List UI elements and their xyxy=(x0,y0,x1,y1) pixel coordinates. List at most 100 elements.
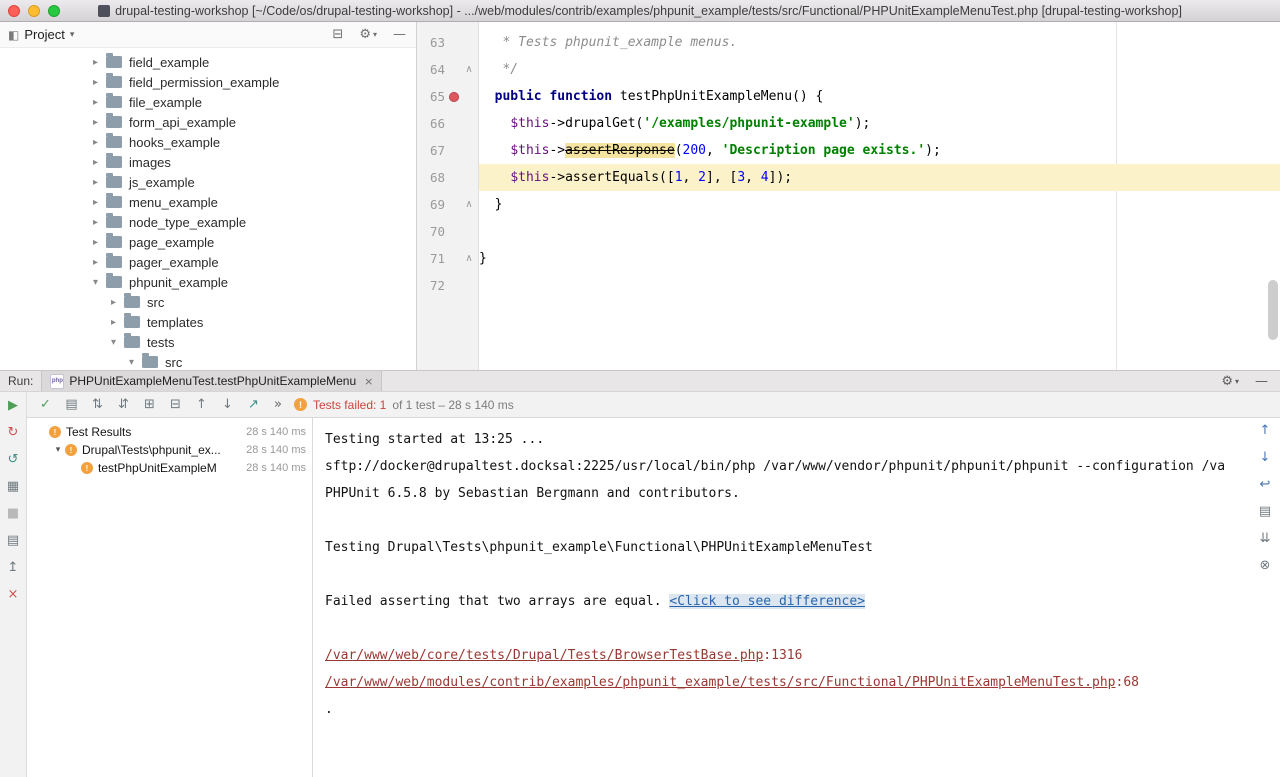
line-number[interactable]: 70 xyxy=(417,224,445,239)
tree-expand-icon[interactable]: ▸ xyxy=(88,237,103,248)
stacktrace-link[interactable]: /var/www/web/core/tests/Drupal/Tests/Bro… xyxy=(325,648,763,663)
code-line[interactable]: $this->assertEquals([1, 2], [3, 4]); xyxy=(479,164,1280,191)
line-number[interactable]: 72 xyxy=(417,278,445,293)
code-line[interactable]: $this->drupalGet('/examples/phpunit-exam… xyxy=(479,110,1280,137)
code-line[interactable]: * Tests phpunit_example menus. xyxy=(479,29,1280,56)
line-number[interactable]: 71 xyxy=(417,251,445,266)
project-tree-item[interactable]: ▸file_example xyxy=(0,92,416,112)
project-tree-item[interactable]: ▾tests xyxy=(0,332,416,352)
clear-console-icon[interactable]: ⊗ xyxy=(1257,557,1274,573)
tree-expand-icon[interactable]: ▸ xyxy=(88,137,103,148)
scroll-to-end-icon[interactable]: ⇊ xyxy=(1257,530,1274,546)
diff-link[interactable]: <Click to see difference> xyxy=(669,594,865,609)
tree-expand-icon[interactable]: ▸ xyxy=(88,257,103,268)
stacktrace-link[interactable]: /var/www/web/modules/contrib/examples/ph… xyxy=(325,675,1116,690)
project-tree-item[interactable]: ▸src xyxy=(0,292,416,312)
tree-expand-icon[interactable]: ▸ xyxy=(88,157,103,168)
next-failed-test-icon[interactable]: ↓ xyxy=(219,397,236,413)
project-tree-item[interactable]: ▸js_example xyxy=(0,172,416,192)
test-tree-item[interactable]: ▾Drupal\Tests\phpunit_ex...28 s 140 ms xyxy=(27,441,312,459)
test-history-icon[interactable]: ↗ xyxy=(245,397,262,413)
run-tab[interactable]: php PHPUnitExampleMenuTest.testPhpUnitEx… xyxy=(41,371,382,391)
chevron-down-icon[interactable]: ▾ xyxy=(70,30,75,40)
zoom-window-button[interactable] xyxy=(48,5,60,17)
test-tree-item[interactable]: Test Results28 s 140 ms xyxy=(27,423,312,441)
project-tree-item[interactable]: ▸field_permission_example xyxy=(0,72,416,92)
code-line[interactable]: } xyxy=(479,245,1280,272)
dump-console-icon[interactable]: ▤ xyxy=(5,532,22,548)
code-line[interactable]: */ xyxy=(479,56,1280,83)
expand-all-icon[interactable]: ⊞ xyxy=(141,397,158,413)
tree-expand-icon[interactable]: ▸ xyxy=(88,77,103,88)
to-bottom-icon[interactable]: ↓ xyxy=(1257,449,1274,465)
rerun-icon[interactable]: ▶ xyxy=(5,397,22,413)
fold-marker-icon[interactable]: ∧ xyxy=(462,64,476,75)
print-icon[interactable]: ▤ xyxy=(1257,503,1274,519)
tree-expand-icon[interactable]: ▸ xyxy=(106,317,121,328)
soft-wrap-icon[interactable]: ↩ xyxy=(1257,476,1274,492)
editor[interactable]: 6364∧6566676869∧7071∧72 * Tests phpunit_… xyxy=(417,22,1280,370)
close-icon[interactable]: × xyxy=(5,586,22,602)
tree-expand-icon[interactable]: ▸ xyxy=(106,297,121,308)
project-tree-item[interactable]: ▸templates xyxy=(0,312,416,332)
tree-expand-icon[interactable]: ▸ xyxy=(88,117,103,128)
fold-marker-icon[interactable]: ∧ xyxy=(462,253,476,264)
code-line[interactable]: $this->assertResponse(200, 'Description … xyxy=(479,137,1280,164)
rerun-failed-tests-icon[interactable]: ↻ xyxy=(5,424,22,440)
hide-panel-icon[interactable]: — xyxy=(393,27,406,42)
tree-expand-icon[interactable]: ▸ xyxy=(88,177,103,188)
stop-icon[interactable]: ■ xyxy=(5,505,22,521)
code-line[interactable]: public function testPhpUnitExampleMenu()… xyxy=(479,83,1280,110)
minimize-window-button[interactable] xyxy=(28,5,40,17)
tree-expand-icon[interactable]: ▸ xyxy=(88,57,103,68)
line-number[interactable]: 69 xyxy=(417,197,445,212)
project-tree-item[interactable]: ▸hooks_example xyxy=(0,132,416,152)
previous-failed-test-icon[interactable]: ↑ xyxy=(193,397,210,413)
chevron-more-icon[interactable]: » xyxy=(274,397,282,412)
code-line[interactable] xyxy=(479,272,1280,299)
project-tree-item[interactable]: ▾src xyxy=(0,352,416,370)
show-passed-icon[interactable]: ✓ xyxy=(37,397,54,413)
project-tree-item[interactable]: ▸images xyxy=(0,152,416,172)
project-tree-item[interactable]: ▸form_api_example xyxy=(0,112,416,132)
console-output[interactable]: Testing started at 13:25 ...sftp://docke… xyxy=(313,418,1250,777)
to-top-icon[interactable]: ↑ xyxy=(1257,422,1274,438)
show-ignored-icon[interactable]: ▤ xyxy=(63,397,80,413)
tree-expand-icon[interactable]: ▸ xyxy=(88,197,103,208)
line-number[interactable]: 68 xyxy=(417,170,445,185)
tree-expand-icon[interactable]: ▸ xyxy=(88,97,103,108)
project-tree-item[interactable]: ▾phpunit_example xyxy=(0,272,416,292)
sort-alphabetically-icon[interactable]: ⇅ xyxy=(89,397,106,413)
editor-scrollbar[interactable] xyxy=(1268,280,1278,340)
project-tree-item[interactable]: ▸menu_example xyxy=(0,192,416,212)
project-tree-item[interactable]: ▸field_example xyxy=(0,52,416,72)
auto-test-icon[interactable]: ↺ xyxy=(5,451,22,467)
line-number[interactable]: 66 xyxy=(417,116,445,131)
editor-code[interactable]: * Tests phpunit_example menus. */ public… xyxy=(479,22,1280,370)
project-tree-item[interactable]: ▸pager_example xyxy=(0,252,416,272)
fold-marker-icon[interactable]: ∧ xyxy=(462,199,476,210)
line-number[interactable]: 67 xyxy=(417,143,445,158)
test-run-marker-icon[interactable] xyxy=(445,83,462,110)
collapse-all-icon[interactable]: ⊟ xyxy=(332,27,343,42)
sort-by-duration-icon[interactable]: ⇵ xyxy=(115,397,132,413)
line-number[interactable]: 64 xyxy=(417,62,445,77)
settings-gear-icon[interactable]: ⚙ ▾ xyxy=(1221,374,1239,389)
tree-expand-icon[interactable]: ▸ xyxy=(88,217,103,228)
tree-collapse-icon[interactable]: ▾ xyxy=(88,277,103,288)
close-tab-icon[interactable]: × xyxy=(364,375,373,388)
close-window-button[interactable] xyxy=(8,5,20,17)
settings-gear-icon[interactable]: ⚙▾ xyxy=(359,27,377,42)
hide-panel-icon[interactable]: — xyxy=(1255,374,1268,389)
line-number[interactable]: 65 xyxy=(417,89,445,104)
suspend-icon[interactable]: ▦ xyxy=(5,478,22,494)
tree-collapse-icon[interactable]: ▾ xyxy=(106,337,121,348)
collapse-all-icon[interactable]: ⊟ xyxy=(167,397,184,413)
import-test-results-icon[interactable]: ↥ xyxy=(5,559,22,575)
code-line[interactable]: } xyxy=(479,191,1280,218)
tree-collapse-icon[interactable]: ▾ xyxy=(124,357,139,368)
project-tree-item[interactable]: ▸node_type_example xyxy=(0,212,416,232)
code-line[interactable] xyxy=(479,218,1280,245)
tree-collapse-icon[interactable]: ▾ xyxy=(51,445,65,455)
project-tree-item[interactable]: ▸page_example xyxy=(0,232,416,252)
